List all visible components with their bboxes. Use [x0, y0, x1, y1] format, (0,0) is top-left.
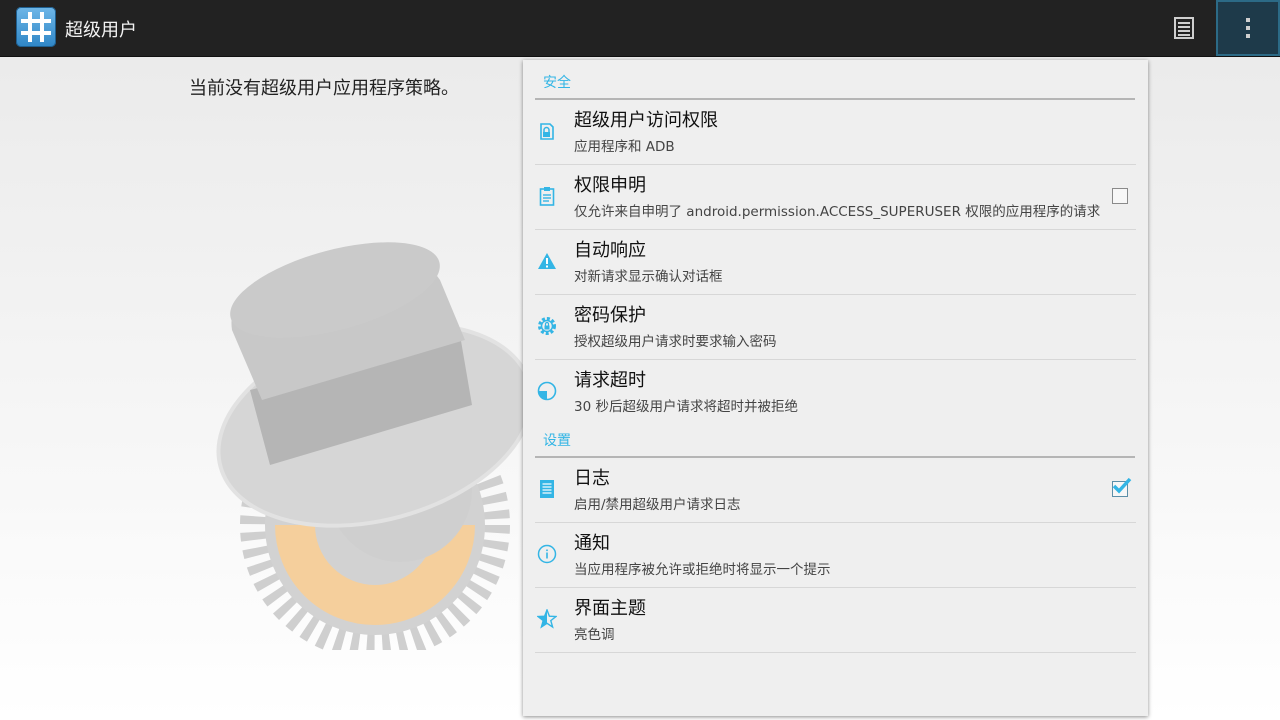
- gear-lock-icon: [535, 314, 559, 338]
- pref-title: 界面主题: [574, 598, 646, 619]
- pref-notifications[interactable]: 通知 当应用程序被允许或拒绝时将显示一个提示: [535, 523, 1136, 588]
- pref-request-timeout[interactable]: 请求超时 30 秒后超级用户请求将超时并被拒绝: [535, 360, 1136, 424]
- pref-summary: 亮色调: [574, 627, 615, 643]
- pref-summary: 仅允许来自申明了 android.permission.ACCESS_SUPER…: [574, 204, 1101, 220]
- info-icon: [535, 542, 559, 566]
- overflow-menu-button[interactable]: [1216, 0, 1280, 56]
- logging-checkbox[interactable]: [1112, 477, 1132, 497]
- timer-icon: [535, 379, 559, 403]
- app-title: 超级用户: [65, 20, 137, 41]
- pref-theme[interactable]: 界面主题 亮色调: [535, 588, 1136, 653]
- overflow-menu-icon: [1246, 18, 1250, 38]
- clipboard-icon: [535, 184, 559, 208]
- pref-automatic-response[interactable]: 自动响应 对新请求显示确认对话框: [535, 230, 1136, 295]
- warning-icon: [535, 249, 559, 273]
- empty-policies-message: 当前没有超级用户应用程序策略。: [189, 78, 459, 99]
- pref-declared-permission[interactable]: 权限申明 仅允许来自申明了 android.permission.ACCESS_…: [535, 165, 1136, 230]
- section-header-settings: 设置: [535, 418, 1135, 458]
- pref-title: 密码保护: [574, 305, 646, 326]
- pref-title: 权限申明: [574, 175, 646, 196]
- pref-summary: 当应用程序被允许或拒绝时将显示一个提示: [574, 562, 831, 578]
- section-header-label: 设置: [543, 433, 571, 449]
- settings-panel: 安全 超级用户访问权限 应用程序和 ADB 权限申明 仅允许来自申明了 andr…: [523, 60, 1148, 716]
- pref-superuser-access[interactable]: 超级用户访问权限 应用程序和 ADB: [535, 100, 1136, 165]
- pref-title: 日志: [574, 468, 610, 489]
- pref-title: 超级用户访问权限: [574, 110, 718, 131]
- action-bar: 超级用户: [0, 0, 1280, 57]
- pref-summary: 30 秒后超级用户请求将超时并被拒绝: [574, 399, 798, 415]
- pref-summary: 授权超级用户请求时要求输入密码: [574, 334, 777, 350]
- log-list-icon: [1174, 17, 1194, 39]
- lock-icon: [535, 119, 559, 143]
- pref-summary: 对新请求显示确认对话框: [574, 269, 723, 285]
- star-icon: [535, 607, 559, 631]
- pref-summary: 应用程序和 ADB: [574, 139, 675, 155]
- checkmark-icon: [1112, 477, 1132, 494]
- pref-title: 请求超时: [574, 370, 646, 391]
- pref-title: 自动响应: [574, 240, 646, 261]
- pref-summary: 启用/禁用超级用户请求日志: [574, 497, 741, 513]
- pref-logging[interactable]: 日志 启用/禁用超级用户请求日志: [535, 458, 1136, 523]
- pref-pin-protection[interactable]: 密码保护 授权超级用户请求时要求输入密码: [535, 295, 1136, 360]
- pref-title: 通知: [574, 533, 610, 554]
- log-icon: [535, 477, 559, 501]
- superuser-app-icon[interactable]: [16, 7, 56, 47]
- section-header-label: 安全: [543, 75, 571, 91]
- section-header-security: 安全: [535, 60, 1135, 100]
- superuser-logo: [210, 240, 540, 660]
- log-button[interactable]: [1152, 0, 1216, 56]
- declared-permission-checkbox[interactable]: [1112, 188, 1128, 204]
